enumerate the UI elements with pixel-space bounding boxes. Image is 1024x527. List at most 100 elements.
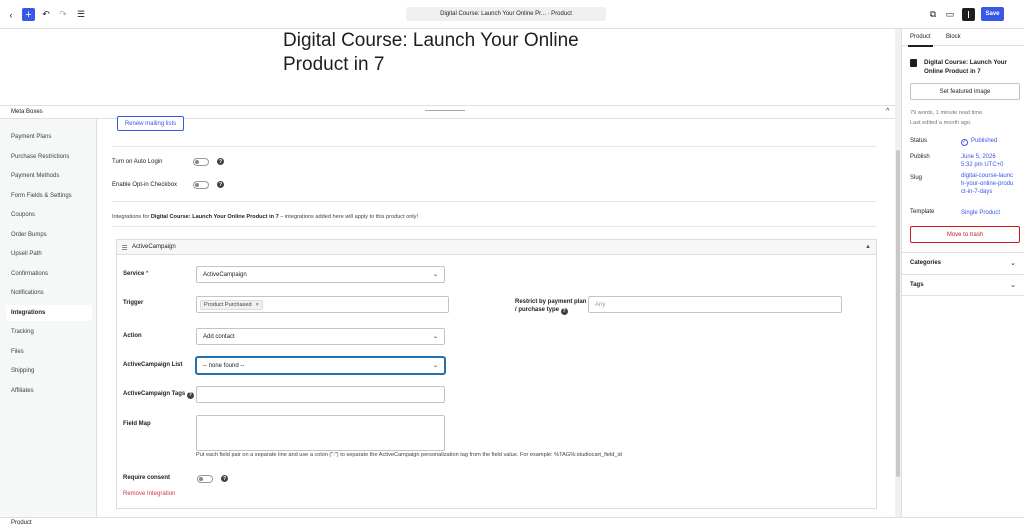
nav-item-form-fields[interactable]: Form Fields & Settings bbox=[6, 188, 92, 204]
plus-icon: + bbox=[25, 8, 32, 21]
renew-mailing-lists-button[interactable]: Renew mailing lists bbox=[117, 116, 184, 131]
desktop-icon[interactable]: ▭ bbox=[945, 7, 955, 22]
resize-handle[interactable] bbox=[425, 110, 465, 111]
sidebar-tabs: Product Block bbox=[902, 29, 1024, 47]
status-key: Status bbox=[910, 138, 928, 144]
breadcrumb-bar: Product bbox=[0, 517, 1024, 527]
nav-item-files[interactable]: Files bbox=[6, 344, 92, 360]
back-chevron-icon[interactable]: ‹ bbox=[6, 7, 16, 22]
help-icon[interactable]: ? bbox=[221, 475, 228, 482]
help-icon[interactable]: ? bbox=[217, 158, 224, 165]
panel-header[interactable]: ActiveCampaign ▲ bbox=[117, 240, 876, 255]
divider bbox=[112, 201, 876, 202]
auto-login-toggle[interactable] bbox=[193, 158, 209, 166]
set-featured-image-button[interactable]: Set featured image bbox=[910, 83, 1020, 100]
chevron-down-icon: ⌄ bbox=[1010, 282, 1016, 289]
required-mark: * bbox=[146, 271, 149, 277]
status-value-text: Published bbox=[971, 138, 998, 144]
save-button[interactable]: Save bbox=[981, 7, 1004, 21]
nav-item-purchase-restrictions[interactable]: Purchase Restrictions bbox=[6, 149, 92, 165]
settings-sidebar: Product Block Digital Course: Launch You… bbox=[901, 29, 1024, 517]
help-icon[interactable]: ? bbox=[217, 181, 224, 188]
document-title-text: Digital Course: Launch Your Online Pr...… bbox=[440, 11, 572, 17]
nav-item-upsell-path[interactable]: Upsell Path bbox=[6, 246, 92, 262]
categories-section[interactable]: Categories ⌄ bbox=[902, 252, 1024, 274]
remove-integration-link[interactable]: Remove Integration bbox=[123, 491, 175, 497]
nav-item-payment-methods[interactable]: Payment Methods bbox=[6, 168, 92, 184]
tab-product[interactable]: Product bbox=[908, 34, 933, 47]
restrict-label-line-2: / purchase type bbox=[515, 307, 560, 313]
intro-suffix: – integrations added here will apply to … bbox=[278, 214, 419, 220]
opt-in-toggle[interactable] bbox=[193, 181, 209, 189]
publish-date: June 5, 2026 bbox=[961, 154, 996, 160]
remove-token-icon[interactable]: × bbox=[256, 302, 259, 308]
scrollbar-thumb[interactable] bbox=[896, 150, 900, 477]
status-value[interactable]: ✓ Published bbox=[961, 137, 1019, 146]
field-map-label: Field Map bbox=[123, 421, 151, 427]
tab-block[interactable]: Block bbox=[946, 34, 961, 40]
chevron-up-icon[interactable]: ^ bbox=[886, 108, 889, 115]
tags-label: Tags bbox=[910, 282, 924, 288]
restrict-label-line-1: Restrict by payment plan bbox=[515, 299, 587, 305]
field-map-note: Put each field pair on a separate line a… bbox=[196, 452, 622, 458]
help-icon[interactable]: ? bbox=[186, 391, 194, 399]
list-value: -- none found -- bbox=[203, 362, 245, 369]
undo-icon[interactable]: ↶ bbox=[41, 7, 51, 22]
restrict-input[interactable]: Any bbox=[588, 296, 842, 313]
move-to-trash-button[interactable]: Move to trash bbox=[910, 226, 1020, 243]
post-title[interactable]: Digital Course: Launch Your Online Produ… bbox=[283, 29, 603, 77]
action-select[interactable]: Add contact ⌄ bbox=[196, 328, 445, 345]
nav-item-integrations[interactable]: Integrations bbox=[6, 305, 92, 321]
field-map-textarea[interactable] bbox=[196, 415, 445, 451]
nav-item-shipping[interactable]: Shipping bbox=[6, 363, 92, 379]
tags-section[interactable]: Tags ⌄ bbox=[902, 274, 1024, 296]
redo-icon[interactable]: ↷ bbox=[58, 7, 68, 22]
nav-item-affiliates[interactable]: Affiliates bbox=[6, 383, 92, 399]
consent-toggle[interactable] bbox=[197, 475, 213, 483]
intro-product-name: Digital Course: Launch Your Online Produ… bbox=[150, 214, 279, 220]
publish-value[interactable]: June 5, 2026 5:32 pm UTC+0 bbox=[961, 153, 1019, 169]
template-key: Template bbox=[910, 209, 935, 215]
nav-item-payment-plans[interactable]: Payment Plans bbox=[6, 129, 92, 145]
action-label: Action bbox=[123, 333, 142, 339]
tags-label: ActiveCampaign Tags ? bbox=[123, 391, 194, 399]
service-value: ActiveCampaign bbox=[203, 271, 247, 278]
trigger-token-text: Product Purchased bbox=[204, 301, 252, 308]
list-view-icon[interactable]: ☰ bbox=[76, 7, 86, 22]
sidebar-icon[interactable] bbox=[962, 8, 975, 21]
add-block-button[interactable]: + bbox=[22, 8, 35, 21]
product-icon bbox=[910, 59, 917, 67]
nav-item-notifications[interactable]: Notifications bbox=[6, 285, 92, 301]
consent-label: Require consent bbox=[123, 475, 171, 481]
service-label-text: Service bbox=[123, 271, 145, 277]
tags-label-text: ActiveCampaign Tags bbox=[123, 391, 186, 397]
tags-input[interactable] bbox=[196, 386, 445, 403]
list-label: ActiveCampaign List bbox=[123, 362, 183, 368]
activecampaign-list-select[interactable]: -- none found -- ⌄ bbox=[196, 357, 445, 374]
chevron-down-icon: ⌄ bbox=[432, 271, 438, 278]
external-link-icon[interactable]: ⧉ bbox=[928, 7, 938, 22]
sidebar-post-title: Digital Course: Launch Your Online Produ… bbox=[924, 59, 1007, 75]
nav-item-coupons[interactable]: Coupons bbox=[6, 207, 92, 223]
nav-item-confirmations[interactable]: Confirmations bbox=[6, 266, 92, 282]
nav-item-tracking[interactable]: Tracking bbox=[6, 324, 92, 340]
trigger-token: Product Purchased × bbox=[200, 299, 263, 310]
help-icon[interactable]: ? bbox=[560, 307, 568, 315]
meta-boxes-label: Meta Boxes bbox=[11, 109, 43, 115]
document-title-bar[interactable]: Digital Course: Launch Your Online Pr...… bbox=[406, 7, 606, 21]
restrict-label-line-2-wrap: / purchase type ? bbox=[515, 306, 586, 315]
collapse-arrow-icon[interactable]: ▲ bbox=[865, 244, 871, 250]
publish-key: Publish bbox=[910, 154, 930, 160]
intro-prefix: Integrations for bbox=[112, 214, 151, 220]
trigger-label: Trigger bbox=[123, 300, 144, 306]
template-value[interactable]: Single Product bbox=[961, 209, 1019, 217]
drag-handle-icon[interactable] bbox=[122, 245, 127, 250]
slug-value[interactable]: digital-course-launch-your-online-produc… bbox=[961, 172, 1015, 196]
divider bbox=[112, 226, 876, 227]
breadcrumb-product[interactable]: Product bbox=[11, 520, 32, 526]
service-select[interactable]: ActiveCampaign ⌄ bbox=[196, 266, 445, 283]
chevron-down-icon: ⌄ bbox=[432, 333, 438, 340]
trigger-input[interactable]: Product Purchased × bbox=[196, 296, 449, 313]
nav-item-order-bumps[interactable]: Order Bumps bbox=[6, 227, 92, 243]
auto-login-label: Turn on Auto Login bbox=[112, 159, 163, 165]
